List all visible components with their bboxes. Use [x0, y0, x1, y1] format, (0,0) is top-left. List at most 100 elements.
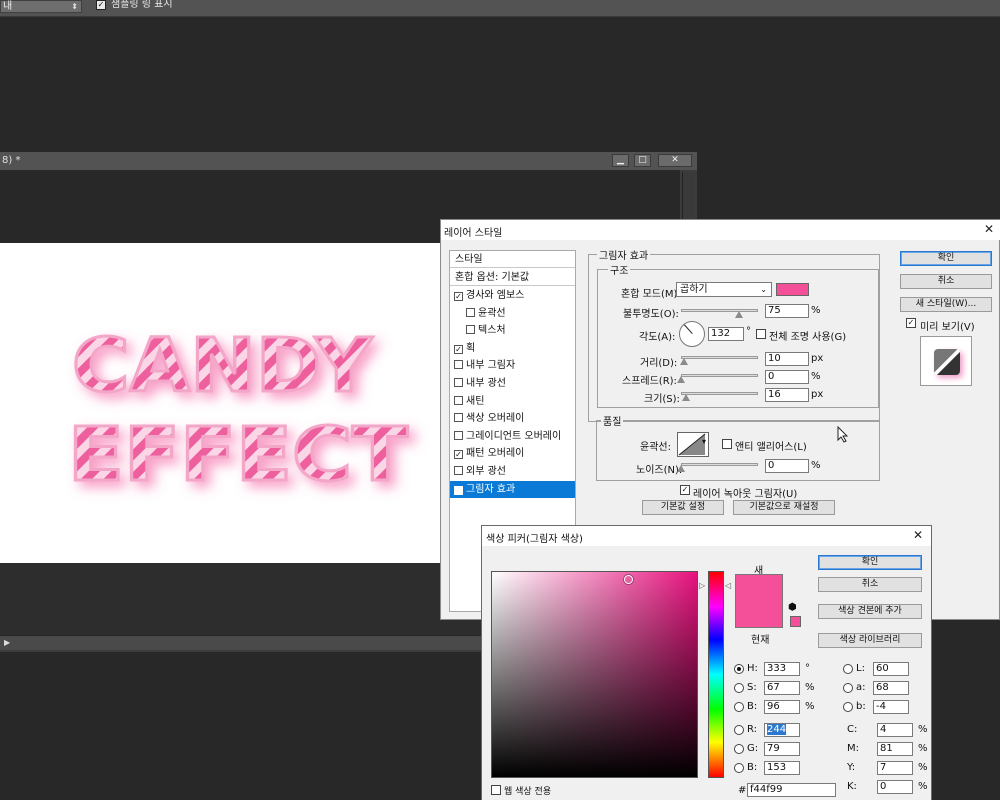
global-light-checkbox[interactable] [756, 329, 766, 339]
opacity-input[interactable]: 75 [765, 304, 809, 318]
web-color-swatch[interactable] [790, 616, 801, 627]
color-mode-radio[interactable] [843, 664, 853, 674]
minimize-button[interactable]: ▁ [612, 154, 629, 167]
color-libraries-button[interactable]: 색상 라이브러리 [818, 633, 922, 648]
style-item[interactable]: 텍스처 [450, 322, 575, 339]
hue-slider-right-arrow[interactable]: ◁ [725, 581, 731, 590]
cancel-button[interactable]: 취소 [818, 577, 922, 592]
antialias-checkbox[interactable] [722, 439, 732, 449]
color-value-input[interactable]: 4 [877, 723, 913, 737]
opacity-slider-track[interactable] [681, 309, 758, 312]
color-value-input[interactable]: 153 [764, 761, 800, 775]
color-value-input[interactable]: 244 [764, 723, 800, 737]
style-item[interactable]: 색상 오버레이 [450, 410, 575, 427]
play-icon[interactable]: ▶ [4, 638, 10, 647]
size-slider-thumb[interactable] [681, 394, 690, 401]
document-titlebar[interactable]: 8) * ▁ □ ✕ [0, 152, 697, 170]
distance-slider-track[interactable] [681, 356, 758, 359]
blend-mode-select[interactable]: 곱하기 ⌄ [676, 282, 772, 297]
close-icon[interactable]: ✕ [984, 222, 994, 236]
noise-slider-thumb[interactable] [677, 465, 685, 472]
style-item-checkbox[interactable] [454, 430, 463, 440]
style-item-checkbox[interactable] [466, 307, 475, 317]
saturation-brightness-field[interactable] [491, 571, 698, 778]
style-item[interactable]: 새틴 [450, 393, 575, 410]
web-colors-only-checkbox[interactable] [491, 785, 501, 795]
color-mode-radio[interactable] [734, 725, 744, 735]
close-document-button[interactable]: ✕ [658, 154, 692, 167]
spread-input[interactable]: 0 [765, 370, 809, 384]
size-slider-track[interactable] [681, 392, 758, 395]
noise-slider-track[interactable] [681, 463, 758, 466]
spread-slider-track[interactable] [681, 374, 758, 377]
current-color-swatch[interactable] [735, 601, 783, 628]
color-mode-radio[interactable] [843, 702, 853, 712]
style-item[interactable]: ✓ 획 [450, 340, 575, 357]
color-value-input[interactable]: 7 [877, 761, 913, 775]
contour-dropdown-icon[interactable]: ▾ [702, 437, 706, 446]
color-mode-radio[interactable] [734, 683, 744, 693]
new-style-button[interactable]: 새 스타일(W)... [900, 297, 992, 312]
color-mode-radio[interactable] [734, 702, 744, 712]
style-item-checkbox[interactable] [454, 395, 463, 405]
style-item[interactable]: 외부 광선 [450, 463, 575, 480]
ok-button[interactable]: 확인 [900, 251, 992, 266]
hue-slider-left-arrow[interactable]: ▷ [699, 581, 705, 590]
style-item[interactable]: 내부 광선 [450, 375, 575, 392]
canvas[interactable]: CANDY EFFECT [0, 243, 441, 563]
distance-input[interactable]: 10 [765, 352, 809, 366]
color-value-input[interactable]: 68 [873, 681, 909, 695]
style-item[interactable]: 윤곽선 [450, 305, 575, 322]
hue-slider[interactable] [708, 571, 724, 778]
color-mode-radio[interactable] [734, 744, 744, 754]
shadow-color-swatch[interactable] [776, 283, 809, 296]
angle-dial[interactable] [679, 321, 705, 347]
color-value-input[interactable]: 79 [764, 742, 800, 756]
knockout-checkbox[interactable]: ✓ [680, 485, 690, 495]
cancel-button[interactable]: 취소 [900, 274, 992, 289]
blend-options-item[interactable]: 혼합 옵션: 기본값 [450, 269, 575, 286]
style-item-checkbox[interactable] [454, 378, 463, 387]
color-picker-titlebar[interactable]: 색상 피커(그림자 색상) ✕ [482, 526, 931, 546]
color-selector-ring[interactable] [624, 575, 634, 585]
style-item[interactable]: ✓ 경사와 엠보스 [450, 287, 575, 304]
style-item-checkbox[interactable] [454, 413, 463, 423]
style-item[interactable]: ✓ 패턴 오버레이 [450, 445, 575, 462]
color-mode-radio[interactable] [734, 664, 744, 674]
show-sampling-ring-checkbox[interactable]: ✓ [96, 0, 106, 10]
color-value-input[interactable]: 60 [873, 662, 909, 676]
style-item-checkbox[interactable]: ✓ [454, 292, 463, 301]
ok-button[interactable]: 확인 [818, 555, 922, 570]
color-value-input[interactable]: 333 [764, 662, 800, 676]
color-value-input[interactable]: 81 [877, 742, 913, 756]
style-item[interactable]: 그레이디언트 오버레이 [450, 428, 575, 445]
cube-icon[interactable]: ⬢ [788, 602, 797, 613]
color-value-input[interactable]: 67 [764, 681, 800, 695]
spread-slider-thumb[interactable] [677, 376, 685, 383]
make-default-button[interactable]: 기본값 설정 [642, 500, 724, 515]
close-icon[interactable]: ✕ [913, 528, 923, 542]
styles-header[interactable]: 스타일 [450, 251, 575, 268]
style-item-checkbox[interactable]: ✓ [454, 450, 463, 460]
opacity-slider-thumb[interactable] [734, 311, 743, 318]
distance-slider-thumb[interactable] [680, 358, 689, 365]
style-item-checkbox[interactable] [466, 325, 475, 335]
noise-input[interactable]: 0 [765, 459, 809, 473]
color-mode-radio[interactable] [734, 763, 744, 773]
style-item-checkbox[interactable]: ✓ [454, 485, 463, 495]
reset-default-button[interactable]: 기본값으로 재설정 [733, 500, 835, 515]
hex-input[interactable]: f44f99 [747, 783, 836, 797]
style-item-checkbox[interactable] [454, 360, 463, 370]
size-input[interactable]: 16 [765, 388, 809, 402]
style-item[interactable]: 내부 그림자 [450, 357, 575, 374]
style-item[interactable]: ✓ 그림자 효과 [450, 480, 575, 498]
angle-input[interactable]: 132 [708, 327, 744, 341]
layer-style-titlebar[interactable]: 레이어 스타일 ✕ [441, 220, 1000, 240]
color-value-input[interactable]: -4 [873, 700, 909, 714]
color-mode-radio[interactable] [843, 683, 853, 693]
maximize-button[interactable]: □ [634, 154, 651, 167]
add-to-swatches-button[interactable]: 색상 견본에 추가 [818, 604, 922, 619]
sample-size-select[interactable]: 내 ⬍ [0, 0, 82, 13]
preview-checkbox[interactable]: ✓ [906, 318, 916, 328]
color-value-input[interactable]: 0 [877, 780, 913, 794]
